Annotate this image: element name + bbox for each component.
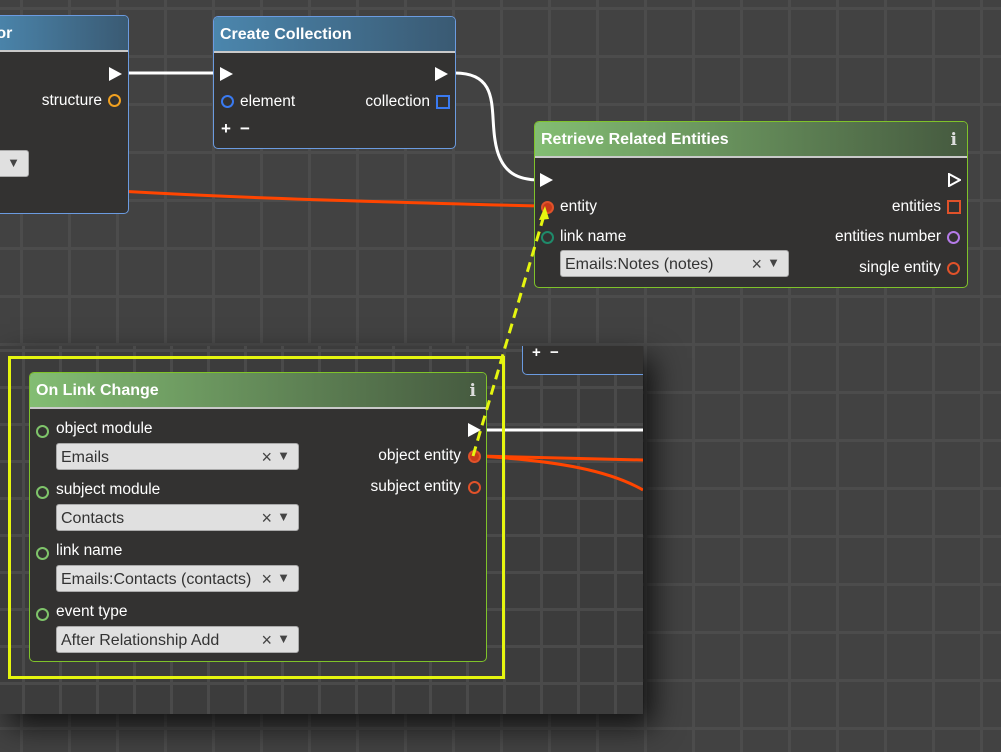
input-label-entity: entity: [560, 198, 598, 215]
input-label-element: element: [240, 93, 296, 110]
flow-canvas[interactable]: tor structure ▼ Create Collection elemen…: [0, 0, 1001, 752]
output-label-single-entity: single entity: [859, 259, 941, 276]
output-label-collection: collection: [365, 93, 430, 110]
input-label-link-name: link name: [560, 228, 627, 245]
flow-in-arrow-icon[interactable]: [540, 173, 553, 187]
node-header[interactable]: tor: [0, 16, 128, 52]
input-port-element[interactable]: [221, 95, 234, 108]
input-port-link-name[interactable]: [541, 231, 554, 244]
flow-out-arrow-icon[interactable]: [109, 67, 122, 81]
node-title: tor: [0, 25, 13, 42]
output-label-entities-number: entities number: [835, 228, 941, 245]
flow-out-arrow-icon[interactable]: [435, 67, 448, 81]
output-label-structure: structure: [41, 92, 102, 109]
node-title: Retrieve Related Entities: [541, 131, 729, 148]
info-icon[interactable]: i: [951, 122, 957, 158]
node-title: Create Collection: [220, 26, 352, 43]
node-header[interactable]: Create Collection: [214, 17, 455, 53]
flow-in-arrow-icon[interactable]: [220, 67, 233, 81]
add-input-button[interactable]: +: [221, 119, 237, 139]
node-header[interactable]: Retrieve Related Entities i: [535, 122, 967, 158]
remove-input-button[interactable]: −: [240, 119, 256, 139]
output-port-single-entity[interactable]: [947, 262, 960, 275]
flow-out-hollow-arrow-icon[interactable]: [947, 173, 961, 187]
node-partial-left[interactable]: tor structure ▼: [0, 15, 129, 214]
input-port-entity[interactable]: [541, 201, 554, 214]
clear-icon[interactable]: ×: [751, 251, 762, 278]
partial-node-bottom[interactable]: + −: [522, 346, 643, 375]
output-label-entities: entities: [891, 198, 941, 215]
output-port-entities-number[interactable]: [947, 231, 960, 244]
output-port-structure[interactable]: [108, 94, 121, 107]
link-name-select[interactable]: Emails:Notes (notes) × ▼: [560, 250, 789, 277]
output-port-entities[interactable]: [947, 200, 961, 214]
selection-highlight: [8, 356, 505, 679]
caret-down-icon[interactable]: ▼: [767, 249, 780, 276]
remove-input-button[interactable]: −: [550, 346, 565, 361]
node-create-collection[interactable]: Create Collection element collection + −: [213, 16, 456, 149]
add-input-button[interactable]: +: [532, 346, 547, 361]
select-value: Emails:Notes (notes): [565, 256, 714, 273]
wire-flow-collection-to-retrieve: [454, 71, 541, 182]
output-port-collection[interactable]: [436, 95, 450, 109]
caret-down-icon[interactable]: ▼: [7, 149, 20, 176]
node-retrieve-related-entities[interactable]: Retrieve Related Entities i entity link …: [534, 121, 968, 288]
partial-select[interactable]: ▼: [0, 150, 29, 177]
